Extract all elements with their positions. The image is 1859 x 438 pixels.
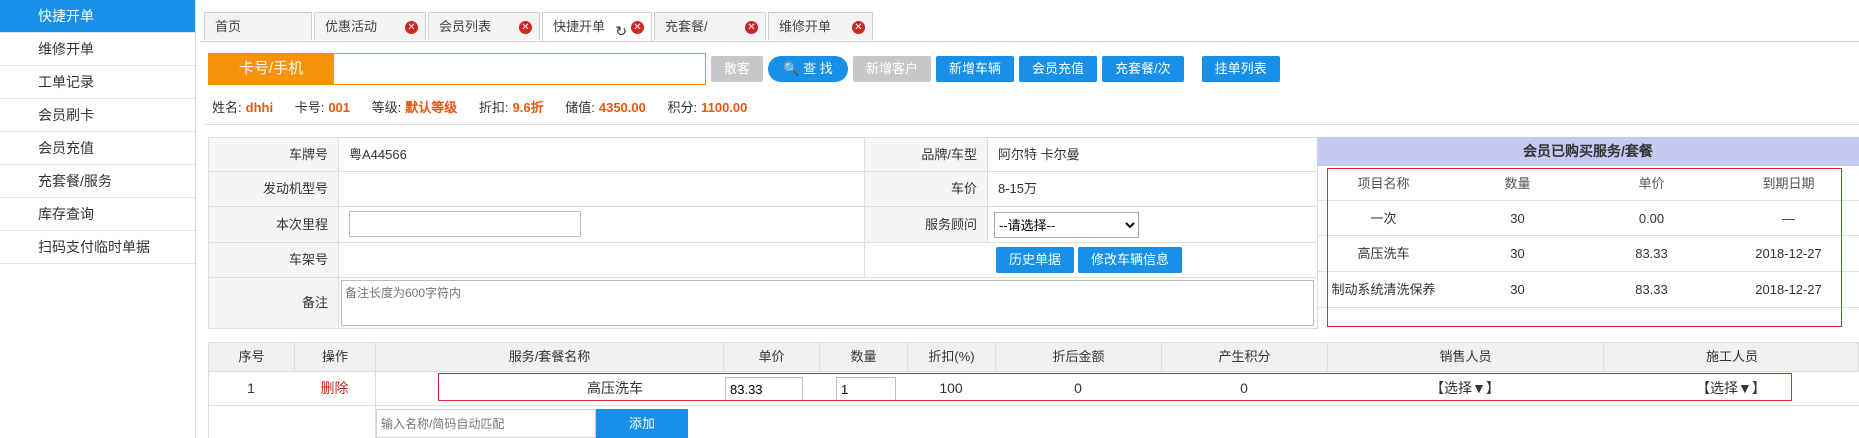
tab-repair-order[interactable]: 维修开单 ✕ [768, 12, 873, 40]
close-icon[interactable]: ✕ [631, 21, 644, 34]
close-icon[interactable]: ✕ [852, 21, 865, 34]
member-name-label: 姓名: [212, 100, 242, 115]
delete-link[interactable]: 删除 [294, 372, 375, 404]
tab-label: 会员列表 [439, 19, 492, 34]
member-points: 1100.00 [701, 100, 748, 115]
history-button[interactable]: 历史单据 [996, 247, 1075, 273]
add-row: 添加 [376, 409, 688, 438]
brand-label: 品牌/车型 [864, 137, 988, 172]
sidebar-item-inventory[interactable]: 库存查询 [0, 198, 195, 231]
tab-divider [200, 41, 1859, 42]
sidebar-item-work-records[interactable]: 工单记录 [0, 66, 195, 99]
packages-title: 会员已购买服务/套餐 [1317, 137, 1859, 166]
tab-member-list[interactable]: 会员列表 ✕ [428, 12, 540, 40]
member-level: 默认等级 [405, 100, 458, 115]
recharge-package-button[interactable]: 充套餐/次 [1102, 56, 1184, 82]
tab-recharge-package[interactable]: 充套餐/ ✕ [654, 12, 766, 40]
info-divider [204, 124, 1859, 125]
engine-label: 发动机型号 [208, 171, 339, 207]
col-discount: 折扣(%) [908, 343, 996, 371]
tab-label: 首页 [215, 19, 242, 34]
card-phone-input[interactable] [334, 53, 706, 85]
sidebar-item-repair-order[interactable]: 维修开单 [0, 33, 195, 66]
search-icon: 🔍 [783, 61, 800, 76]
member-discount-label: 折扣: [478, 100, 509, 115]
pending-list-button[interactable]: 挂单列表 [1201, 56, 1280, 82]
find-button-label: 查 找 [803, 61, 833, 76]
price-value: 8-15万 [987, 171, 1318, 207]
vin-label: 车架号 [208, 242, 339, 278]
col-points: 产生积分 [1162, 343, 1328, 371]
table-left-border [208, 371, 209, 438]
advisor-cell: --请选择-- [987, 206, 1318, 243]
packages-highlight-box [1327, 168, 1842, 327]
col-sales: 销售人员 [1328, 343, 1604, 371]
member-info: 姓名: dhhi 卡号: 001 等级: 默认等级 折扣: 9.6折 储值: 4350.0… [212, 97, 765, 116]
sidebar: 快捷开单 维修开单 工单记录 会员刷卡 会员充值 充套餐/服务 库存查询 扫码支… [0, 0, 196, 438]
col-no: 序号 [209, 343, 295, 371]
search-row: 卡号/手机 散客 🔍 查 找 新增客户 新增车辆 会员充值 充套餐/次 挂单列表 [208, 53, 1280, 85]
walkin-button[interactable]: 散客 [711, 56, 763, 82]
services-header: 序号 操作 服务/套餐名称 单价 数量 折扣(%) 折后金额 产生积分 销售人员… [208, 342, 1859, 372]
mileage-input[interactable] [349, 211, 581, 237]
tab-label: 充套餐/ [665, 19, 708, 34]
service-no: 1 [247, 380, 255, 396]
tab-label: 维修开单 [779, 19, 832, 34]
member-points-label: 积分: [667, 100, 698, 115]
col-price: 单价 [724, 343, 820, 371]
add-service-input[interactable] [376, 409, 596, 438]
price-label: 车价 [864, 171, 988, 207]
sidebar-item-member-recharge[interactable]: 会员充值 [0, 132, 195, 165]
mileage-cell [338, 206, 865, 243]
member-level-label: 等级: [371, 100, 402, 115]
remark-label: 备注 [208, 277, 339, 329]
tab-quick-order[interactable]: 快捷开单 ↻ ✕ [542, 12, 652, 42]
mileage-label: 本次里程 [208, 206, 339, 243]
tab-bar: 首页 优惠活动 ✕ 会员列表 ✕ 快捷开单 ↻ ✕ 充套餐/ ✕ 维修开单 ✕ [204, 12, 875, 42]
tab-home[interactable]: 首页 [204, 12, 312, 40]
find-button[interactable]: 🔍 查 找 [768, 56, 848, 82]
new-vehicle-button[interactable]: 新增车辆 [936, 56, 1015, 82]
tab-promotions[interactable]: 优惠活动 ✕ [314, 12, 426, 40]
add-service-button[interactable]: 添加 [596, 409, 688, 438]
engine-value [338, 171, 865, 207]
close-icon[interactable]: ✕ [745, 21, 758, 34]
vehicle-actions: 历史单据 修改车辆信息 [864, 242, 1318, 278]
advisor-select[interactable]: --请选择-- [994, 212, 1139, 238]
edit-vehicle-button[interactable]: 修改车辆信息 [1078, 247, 1183, 273]
col-worker: 施工人员 [1705, 349, 1758, 364]
tab-label: 快捷开单 [553, 19, 606, 34]
new-customer-button[interactable]: 新增客户 [853, 56, 932, 82]
sidebar-item-quick-order[interactable]: 快捷开单 [0, 0, 195, 33]
plate-value: 粤A44566 [338, 137, 865, 172]
member-balance-label: 储值: [565, 100, 595, 115]
member-balance: 4350.00 [598, 100, 646, 115]
vin-value [338, 242, 865, 278]
remark-textarea[interactable] [341, 280, 1314, 326]
sidebar-item-qr-payment[interactable]: 扫码支付临时单据 [0, 231, 195, 264]
col-service-name: 服务/套餐名称 [376, 343, 724, 371]
member-card: 001 [328, 100, 351, 115]
advisor-label: 服务顾问 [864, 206, 988, 243]
card-phone-label: 卡号/手机 [208, 53, 334, 85]
brand-value: 阿尔特 卡尔曼 [987, 137, 1318, 172]
member-discount: 9.6折 [512, 100, 544, 115]
member-name: dhhi [245, 100, 274, 115]
sidebar-item-package-service[interactable]: 充套餐/服务 [0, 165, 195, 198]
member-card-label: 卡号: [294, 100, 325, 115]
sidebar-item-member-card[interactable]: 会员刷卡 [0, 99, 195, 132]
col-amount: 折后金额 [996, 343, 1162, 371]
member-recharge-button[interactable]: 会员充值 [1019, 56, 1098, 82]
service-highlight-box [438, 373, 1792, 401]
plate-label: 车牌号 [208, 137, 339, 172]
remark-cell [338, 277, 1318, 329]
close-icon[interactable]: ✕ [519, 21, 532, 34]
col-action: 操作 [295, 343, 376, 371]
close-icon[interactable]: ✕ [405, 21, 418, 34]
tab-label: 优惠活动 [325, 19, 378, 34]
col-qty: 数量 [820, 343, 908, 371]
